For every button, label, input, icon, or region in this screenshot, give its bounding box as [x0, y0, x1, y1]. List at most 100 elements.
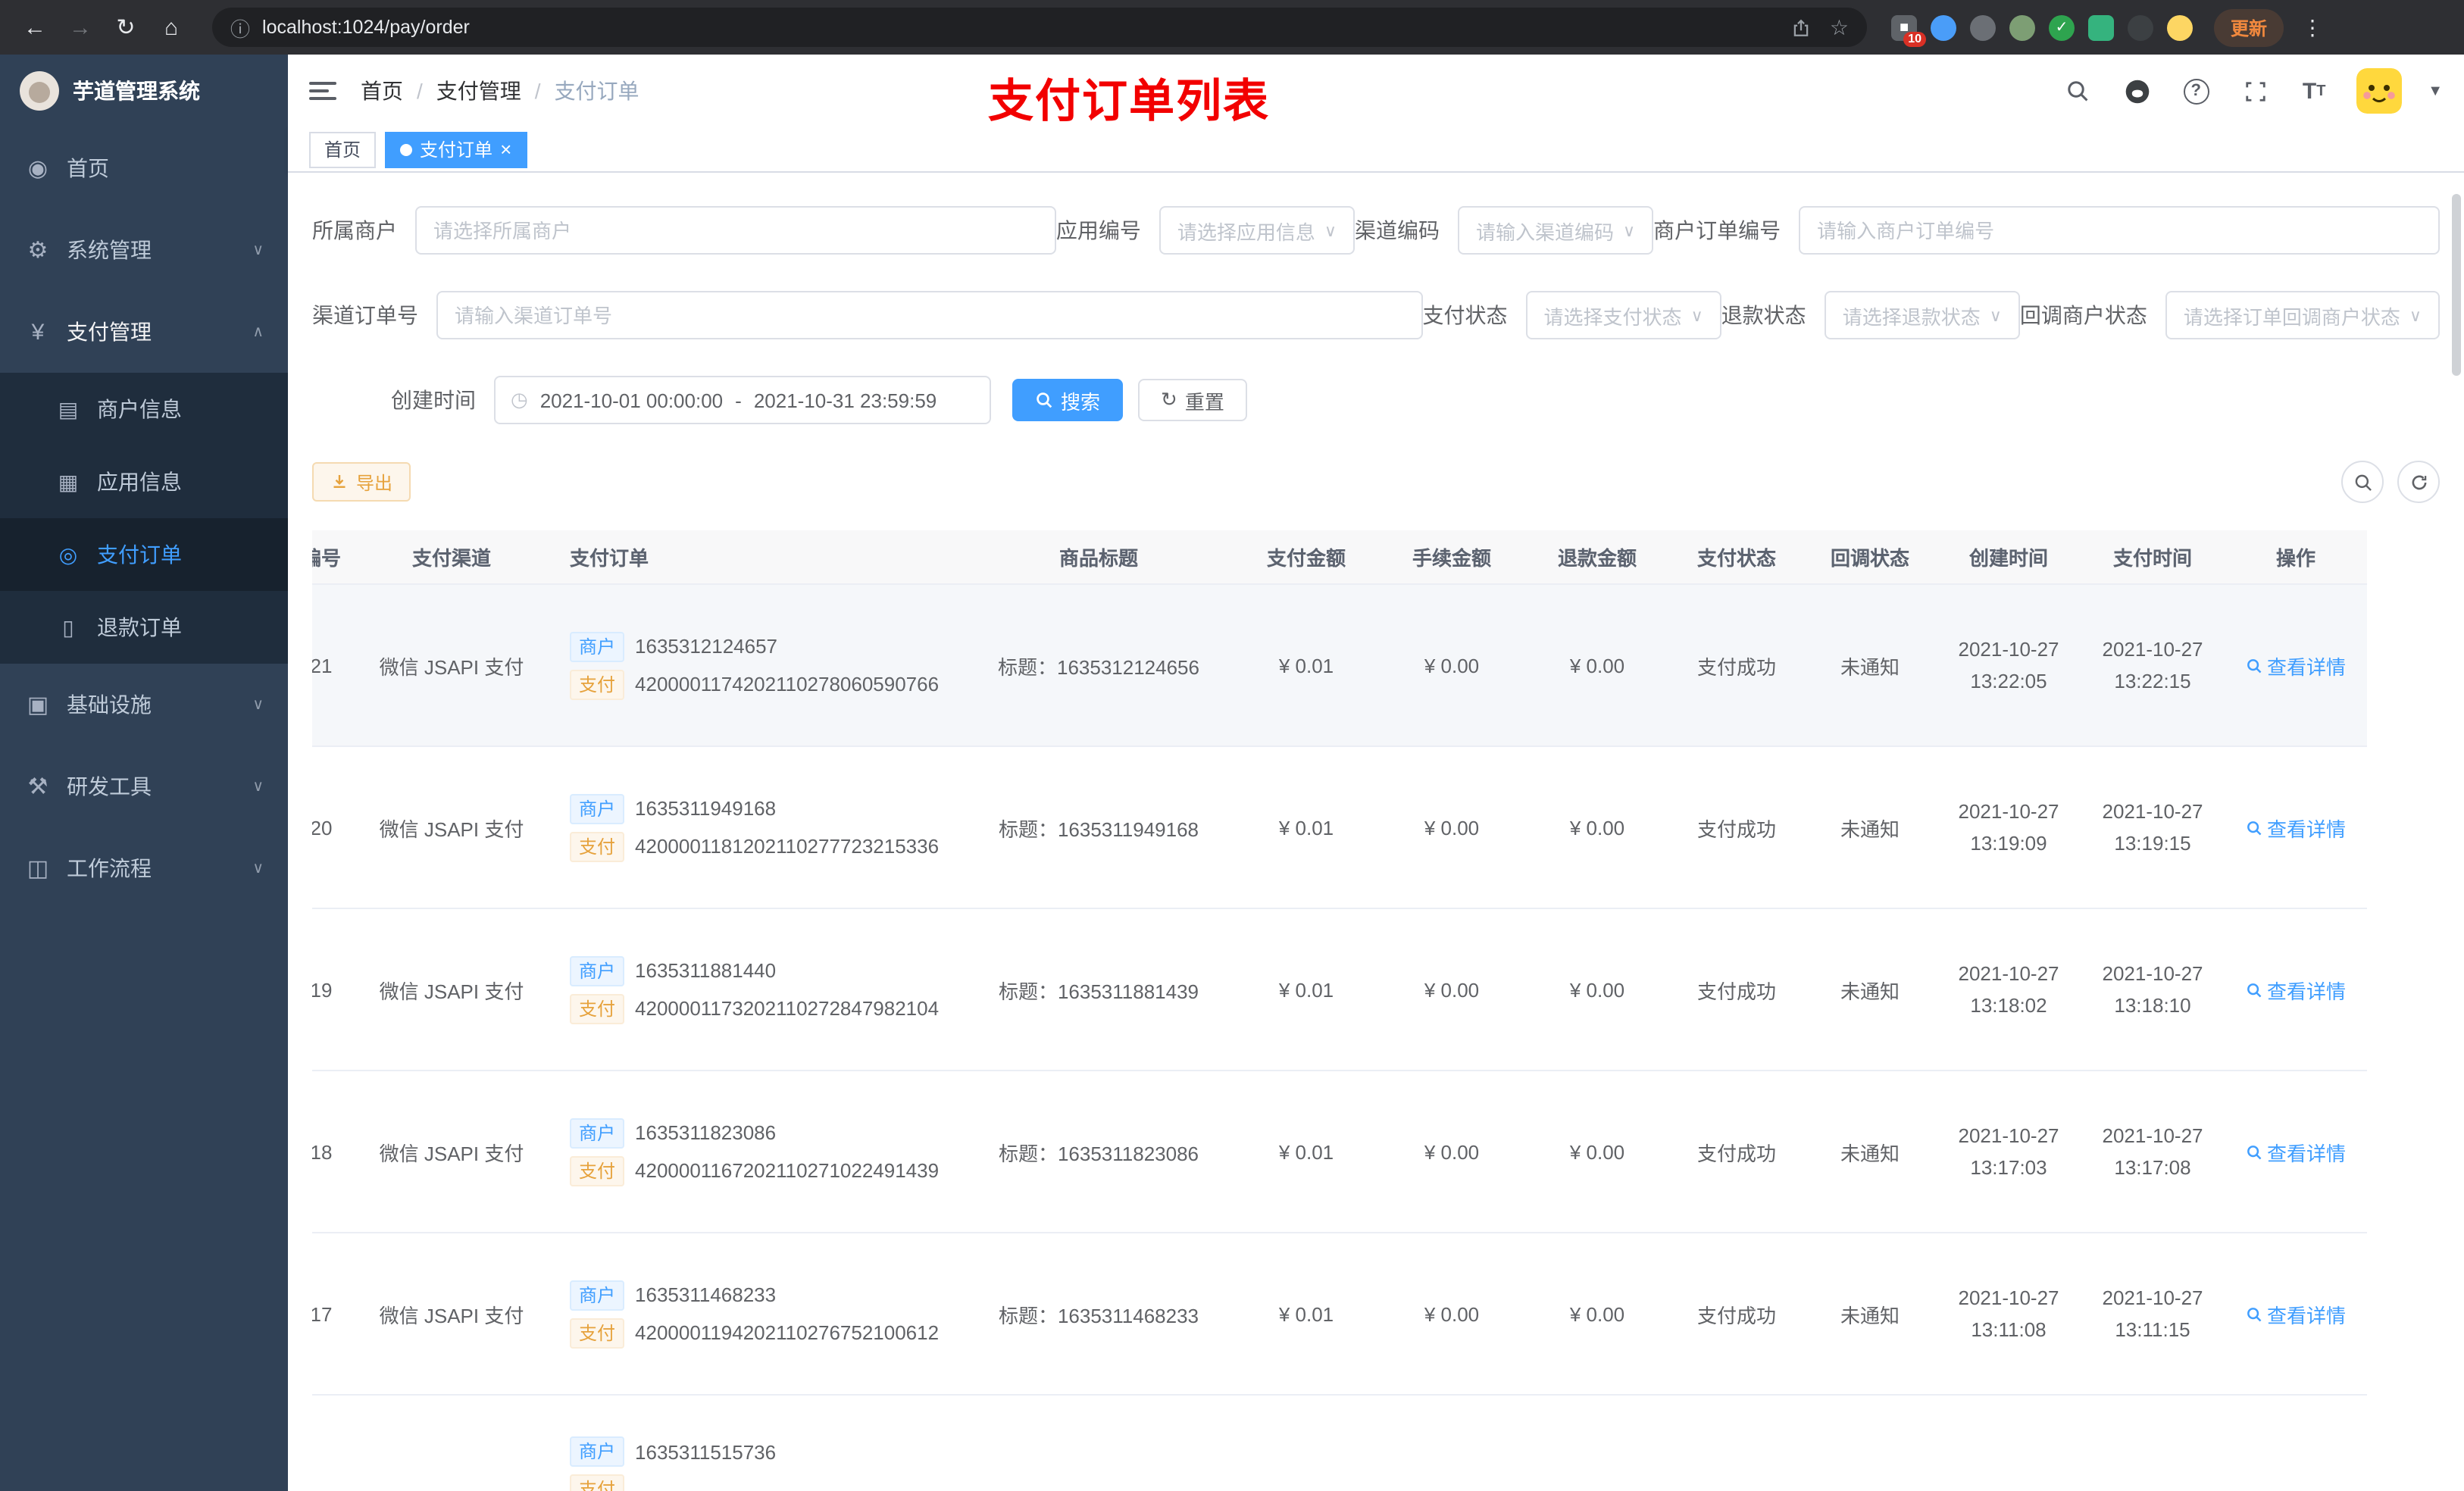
- refresh-table-icon[interactable]: [2397, 461, 2440, 503]
- browser-home-icon[interactable]: ⌂: [152, 8, 191, 47]
- date-end[interactable]: 2021-10-31 23:59:59: [754, 389, 937, 411]
- view-detail-link[interactable]: 查看详情: [2246, 975, 2346, 1004]
- table-row[interactable]: 20 微信 JSAPI 支付 商户 1635311949168 支付 4200001…: [312, 747, 2367, 909]
- view-detail-link[interactable]: 查看详情: [2246, 1137, 2346, 1166]
- help-icon[interactable]: ?: [2179, 74, 2212, 108]
- channel-code-filter-select[interactable]: 请输入渠道编码 ∨: [1458, 206, 1654, 255]
- channel-order-filter-input[interactable]: [436, 291, 1423, 339]
- bookmark-star-icon[interactable]: ☆: [1830, 14, 1849, 40]
- monitor-icon: ▣: [27, 692, 49, 718]
- list-toolbar: 导出: [312, 461, 2440, 503]
- app-filter-label: 应用编号: [1055, 218, 1141, 242]
- user-avatar[interactable]: [2356, 68, 2403, 114]
- app-title: 芋道管理系统: [73, 79, 200, 103]
- github-icon[interactable]: [2120, 74, 2153, 108]
- olive-extension-icon[interactable]: [2009, 14, 2035, 40]
- reset-button[interactable]: ↻ 重置: [1138, 379, 1247, 421]
- chevron-down-icon: ∨: [2409, 307, 2422, 325]
- toggle-search-icon[interactable]: [2341, 461, 2384, 503]
- sidebar-item-system[interactable]: ⚙ 系统管理 ∨: [0, 209, 288, 291]
- pay-tag: 支付: [570, 1474, 625, 1491]
- grid-icon: ▦: [58, 469, 79, 493]
- hamburger-icon[interactable]: [309, 82, 336, 100]
- export-button[interactable]: 导出: [312, 462, 411, 502]
- font-size-icon[interactable]: TT: [2297, 74, 2331, 108]
- app-filter-select[interactable]: 请选择应用信息 ∨: [1159, 206, 1355, 255]
- active-tab-dot: [400, 143, 413, 155]
- sidebar-item-workflow[interactable]: ◫ 工作流程 ∨: [0, 827, 288, 909]
- merchant-order-filter-input[interactable]: [1799, 206, 2440, 255]
- address-bar[interactable]: ⓘ localhost:1024/pay/order ☆: [212, 8, 1867, 47]
- emoji-extension-icon[interactable]: [2167, 14, 2193, 40]
- table-row[interactable]: 21 微信 JSAPI 支付 商户 1635312124657 支付 4200001…: [312, 585, 2367, 747]
- refund-status-filter-select[interactable]: 请选择退款状态 ∨: [1824, 291, 2020, 339]
- date-start[interactable]: 2021-10-01 00:00:00: [540, 389, 723, 411]
- sidebar-item-pay[interactable]: ¥ 支付管理 ∧: [0, 291, 288, 373]
- breadcrumb-home[interactable]: 首页: [361, 76, 403, 106]
- extension-badge: 10: [1903, 31, 1926, 46]
- close-tab-icon[interactable]: ×: [500, 139, 511, 159]
- page-title: 支付订单列表: [988, 77, 1270, 127]
- briefcase-icon: ◫: [27, 856, 49, 882]
- sidebar-item-devtools[interactable]: ⚒ 研发工具 ∨: [0, 746, 288, 827]
- col-fee: 手续金额: [1412, 547, 1491, 570]
- target-icon: ◎: [58, 542, 78, 566]
- browser-toolbar: ← → ↻ ⌂ ⓘ localhost:1024/pay/order ☆ ■ 10…: [0, 0, 2464, 55]
- vertical-scrollbar[interactable]: [2452, 194, 2461, 376]
- gear-icon: ⚙: [27, 238, 48, 264]
- sidebar-item-app-info[interactable]: ▦ 应用信息: [0, 445, 288, 518]
- pay-status-filter-select[interactable]: 请选择支付状态 ∨: [1525, 291, 1721, 339]
- table-row[interactable]: 18 微信 JSAPI 支付 商户 1635311823086 支付 4200001…: [312, 1071, 2367, 1233]
- view-detail-link[interactable]: 查看详情: [2246, 813, 2346, 842]
- sidebar-item-refund-order[interactable]: ▯ 退款订单: [0, 591, 288, 664]
- create-time-range-picker[interactable]: ◷ 2021-10-01 00:00:00 - 2021-10-31 23:59…: [494, 376, 991, 424]
- sidebar-logo[interactable]: 芋道管理系统: [0, 55, 288, 127]
- tab-home[interactable]: 首页: [309, 131, 377, 167]
- chevron-down-icon: ∨: [252, 696, 264, 713]
- table-row[interactable]: 17 微信 JSAPI 支付 商户 1635311468233 支付 4200001…: [312, 1233, 2367, 1396]
- view-detail-link[interactable]: 查看详情: [2246, 651, 2346, 680]
- clock-icon: ◷: [511, 388, 528, 411]
- channel-order-filter-label: 渠道订单号: [312, 303, 418, 327]
- table-row[interactable]: 19 微信 JSAPI 支付 商户 1635311881440 支付 4200001…: [312, 909, 2367, 1071]
- sidebar-item-merchant-info[interactable]: ▤ 商户信息: [0, 373, 288, 445]
- user-menu-caret-icon[interactable]: ▼: [2428, 83, 2443, 99]
- sidebar-item-pay-order[interactable]: ◎ 支付订单: [0, 518, 288, 591]
- puzzle-extension-icon[interactable]: ■ 10: [1891, 14, 1926, 46]
- merchant-filter-label: 所属商户: [312, 218, 397, 242]
- page-viewport: ← → ↻ ⌂ ⓘ localhost:1024/pay/order ☆ ■ 10…: [0, 0, 2464, 1491]
- blue-extension-icon[interactable]: [1931, 14, 1956, 40]
- table-row[interactable]: 商户 1635311515736 支付: [312, 1396, 2367, 1491]
- browser-back-icon[interactable]: ←: [15, 8, 55, 47]
- view-detail-link[interactable]: 查看详情: [2246, 1299, 2346, 1328]
- share-icon[interactable]: [1792, 17, 1812, 37]
- card-icon: ▤: [58, 396, 79, 420]
- browser-refresh-icon[interactable]: ↻: [106, 8, 145, 47]
- browser-forward-icon[interactable]: →: [61, 8, 100, 47]
- notify-status-filter-label: 回调商户状态: [2019, 303, 2147, 327]
- search-icon[interactable]: [2061, 74, 2094, 108]
- sidebar-item-home[interactable]: ◉ 首页: [0, 127, 288, 209]
- dashboard-icon: ◉: [27, 156, 48, 182]
- gray-extension-icon[interactable]: [1970, 14, 1996, 40]
- notify-status-filter-select[interactable]: 请选择订单回调商户状态 ∨: [2165, 291, 2440, 339]
- filter-row-2: 渠道订单号 支付状态 请选择支付状态 ∨ 退款状态 请选择退款状态 ∨ 回调商户…: [312, 291, 2440, 339]
- sidebar-item-infra[interactable]: ▣ 基础设施 ∨: [0, 664, 288, 746]
- merchant-tag: 商户: [570, 793, 625, 824]
- pin-extension-icon[interactable]: [2128, 14, 2153, 40]
- breadcrumb-section[interactable]: 支付管理: [436, 76, 521, 106]
- site-info-icon[interactable]: ⓘ: [230, 13, 250, 42]
- extensions-area: ■ 10 ✓: [1891, 14, 2193, 46]
- tab-pay-order[interactable]: 支付订单 ×: [385, 131, 527, 167]
- col-refund: 退款金额: [1557, 547, 1637, 570]
- chrome-update-button[interactable]: 更新: [2214, 8, 2284, 46]
- search-button[interactable]: 搜索: [1012, 379, 1124, 421]
- fullscreen-icon[interactable]: [2238, 74, 2272, 108]
- browser-menu-icon[interactable]: ⋮: [2302, 14, 2323, 40]
- green-check-extension-icon[interactable]: ✓: [2049, 14, 2075, 40]
- merchant-filter-input[interactable]: [415, 206, 1056, 255]
- logo-image: [20, 71, 59, 111]
- green-chat-extension-icon[interactable]: [2088, 14, 2114, 40]
- url-text[interactable]: localhost:1024/pay/order: [262, 17, 1780, 38]
- chevron-down-icon: ∨: [1690, 307, 1703, 325]
